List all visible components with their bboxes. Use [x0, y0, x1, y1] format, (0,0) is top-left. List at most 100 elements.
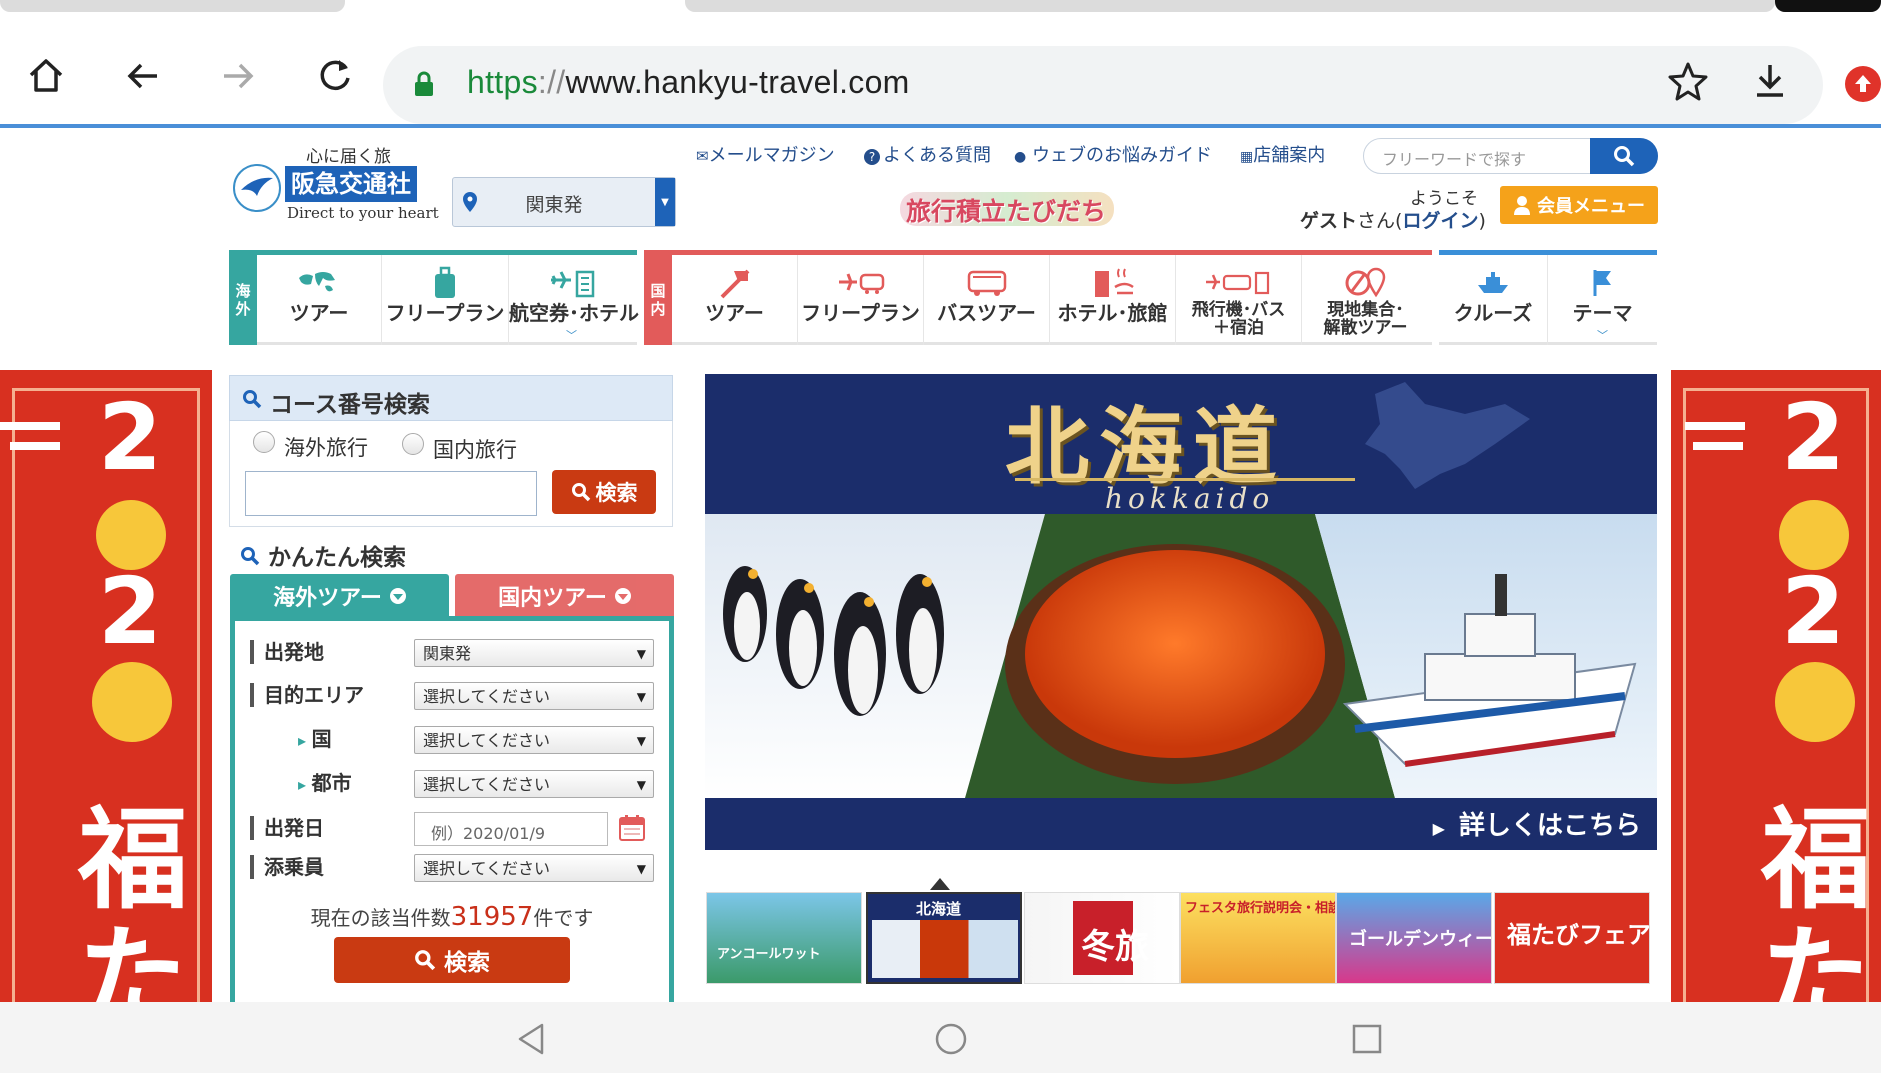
- escort-label: 添乗員: [250, 855, 324, 879]
- departure-select[interactable]: 関東発: [414, 639, 654, 667]
- nav-dom-tour[interactable]: ツアー: [672, 255, 798, 345]
- departure-selector[interactable]: 関東発 ▼: [452, 177, 676, 227]
- logo-mark-icon[interactable]: [233, 164, 281, 212]
- departure-label: 関東発: [525, 194, 583, 216]
- flag-pin-icon: [720, 269, 749, 299]
- plane-bus-hotel-icon: [1205, 271, 1269, 295]
- side-banner-left[interactable]: 2 2 福 た: [0, 370, 212, 1002]
- search-placeholder: フリーワードで探す: [1382, 150, 1527, 169]
- flag-icon: [1593, 270, 1611, 296]
- nav-cruise[interactable]: クルーズ: [1439, 255, 1548, 345]
- nav-theme[interactable]: テーマ ﹀: [1548, 255, 1657, 345]
- hero-banner-hokkaido[interactable]: 北海道 hokkaido ▶ 詳しくはこちら: [705, 374, 1657, 850]
- departure-date-input[interactable]: 例）2020/01/9: [414, 812, 608, 846]
- hero-divider: [1015, 478, 1355, 481]
- nav-group-other: クルーズ テーマ ﹀: [1439, 250, 1657, 345]
- star-icon: [1668, 62, 1708, 101]
- guest-greeting: ゲストさん(ログイン): [1300, 210, 1486, 232]
- nav-recents-icon[interactable]: [1352, 1024, 1382, 1054]
- forward-button[interactable]: [208, 46, 268, 106]
- tab-domestic-tour[interactable]: 国内ツアー: [455, 574, 674, 618]
- logo-brand[interactable]: 阪急交通社: [285, 166, 417, 202]
- escort-select[interactable]: 選択してください: [414, 854, 654, 882]
- nav-dom-hotel-ryokan[interactable]: ホテル･旅館: [1050, 255, 1176, 345]
- link-web-guide[interactable]: ● ウェブのお悩みガイド: [1014, 141, 1212, 167]
- banner-number: 2: [1781, 558, 1846, 665]
- drop-icon: ●: [1014, 149, 1027, 165]
- mail-icon: ✉: [696, 147, 709, 165]
- login-link[interactable]: ログイン: [1402, 210, 1478, 232]
- carousel-thumb[interactable]: 福たびフェア: [1494, 892, 1650, 984]
- home-button[interactable]: [16, 46, 76, 106]
- browser-tab[interactable]: [685, 0, 1775, 12]
- hotel-onsen-icon: [1094, 268, 1134, 297]
- nav-dom-bus-tour[interactable]: バスツアー: [924, 255, 1050, 345]
- result-count-number: 31957: [450, 902, 534, 932]
- carousel-thumb[interactable]: ゴールデンウィーク: [1336, 892, 1492, 984]
- nav-home-icon[interactable]: [934, 1022, 968, 1056]
- address-bar[interactable]: https://www.hankyu-travel.com: [383, 46, 1823, 124]
- chevron-down-icon: ﹀: [566, 329, 577, 342]
- update-icon: [1855, 75, 1871, 92]
- nav-dom-free-plan[interactable]: フリープラン: [798, 255, 924, 345]
- area-select[interactable]: 選択してください: [414, 682, 654, 710]
- carousel-thumb-active[interactable]: 北海道: [866, 892, 1022, 984]
- search-icon: [243, 390, 262, 409]
- carousel-thumb[interactable]: 冬旅: [1024, 892, 1180, 984]
- banner-decoration: [1693, 442, 1743, 450]
- dropdown-caret-icon: ▼: [655, 178, 675, 226]
- nav-intl-air-hotel[interactable]: 航空券･ホテル ﹀: [509, 255, 639, 345]
- country-select[interactable]: 選択してください: [414, 726, 654, 754]
- browser-tab[interactable]: [1775, 0, 1881, 12]
- update-button[interactable]: [1845, 66, 1881, 102]
- radio-domestic[interactable]: [402, 433, 424, 455]
- side-banner-right[interactable]: 2 2 福 た: [1671, 370, 1881, 1002]
- course-number-input[interactable]: [245, 471, 537, 516]
- question-icon: ?: [864, 149, 880, 165]
- download-icon: [1757, 65, 1783, 97]
- tabidachi-text: 旅行積立たびだち: [906, 197, 1107, 226]
- city-label: 都市: [298, 771, 352, 797]
- city-select[interactable]: 選択してください: [414, 770, 654, 798]
- banner-decoration: [10, 442, 60, 450]
- tab-overseas-tour[interactable]: 海外ツアー: [230, 574, 449, 618]
- tabidachi-banner[interactable]: 旅行積立たびだち: [900, 188, 1114, 228]
- world-map-icon: [299, 272, 335, 292]
- nav-intl-free-plan[interactable]: フリープラン: [382, 255, 509, 345]
- departure-label: 出発地: [250, 640, 324, 664]
- radio-overseas-label[interactable]: 海外旅行: [284, 432, 368, 462]
- reload-button[interactable]: [305, 46, 365, 106]
- course-number-search-button[interactable]: 検索: [552, 470, 656, 514]
- free-word-search-button[interactable]: [1590, 138, 1658, 174]
- hokkaido-map-icon: [1365, 382, 1530, 489]
- country-label: 国: [298, 727, 332, 753]
- download-button[interactable]: [1749, 60, 1791, 106]
- banner-decoration: [1685, 422, 1745, 430]
- logo-tagline: 心に届く旅: [306, 147, 391, 167]
- link-store-info[interactable]: ▦店舗案内: [1240, 141, 1325, 167]
- hero-more-link[interactable]: ▶ 詳しくはこちら: [1433, 805, 1641, 842]
- calendar-icon[interactable]: [618, 814, 646, 842]
- nav-dom-local-meetup-tour[interactable]: 現地集合･ 解散ツアー: [1302, 255, 1429, 345]
- link-faq[interactable]: ? よくある質問: [864, 141, 991, 167]
- easy-search-button[interactable]: 検索: [334, 937, 570, 983]
- back-button[interactable]: [113, 46, 173, 106]
- browser-toolbar: https://www.hankyu-travel.com: [0, 14, 1881, 126]
- banner-number: 2: [98, 558, 163, 665]
- nav-intl-tour[interactable]: ツアー: [257, 255, 382, 345]
- radio-domestic-label[interactable]: 国内旅行: [433, 434, 517, 464]
- member-menu-button[interactable]: 会員メニュー: [1500, 186, 1658, 224]
- nav-back-icon[interactable]: [516, 1022, 546, 1056]
- banner-number: 2: [1781, 384, 1846, 491]
- bookmark-star-button[interactable]: [1667, 60, 1709, 106]
- nav-dom-plane-bus-stay[interactable]: 飛行機･バス ＋宿泊: [1176, 255, 1302, 345]
- carousel-thumb[interactable]: アンコールワット: [706, 892, 862, 984]
- carousel-thumb[interactable]: フェスタ旅行説明会・相談会: [1180, 892, 1336, 984]
- banner-kanji: た: [1761, 914, 1871, 1002]
- browser-tab[interactable]: [0, 0, 345, 12]
- radio-overseas[interactable]: [253, 431, 275, 453]
- area-label: 目的エリア: [250, 683, 364, 707]
- hero-subtitle: hokkaido: [1105, 482, 1275, 515]
- link-mail-magazine[interactable]: ✉メールマガジン: [696, 141, 835, 167]
- search-icon: [241, 547, 260, 566]
